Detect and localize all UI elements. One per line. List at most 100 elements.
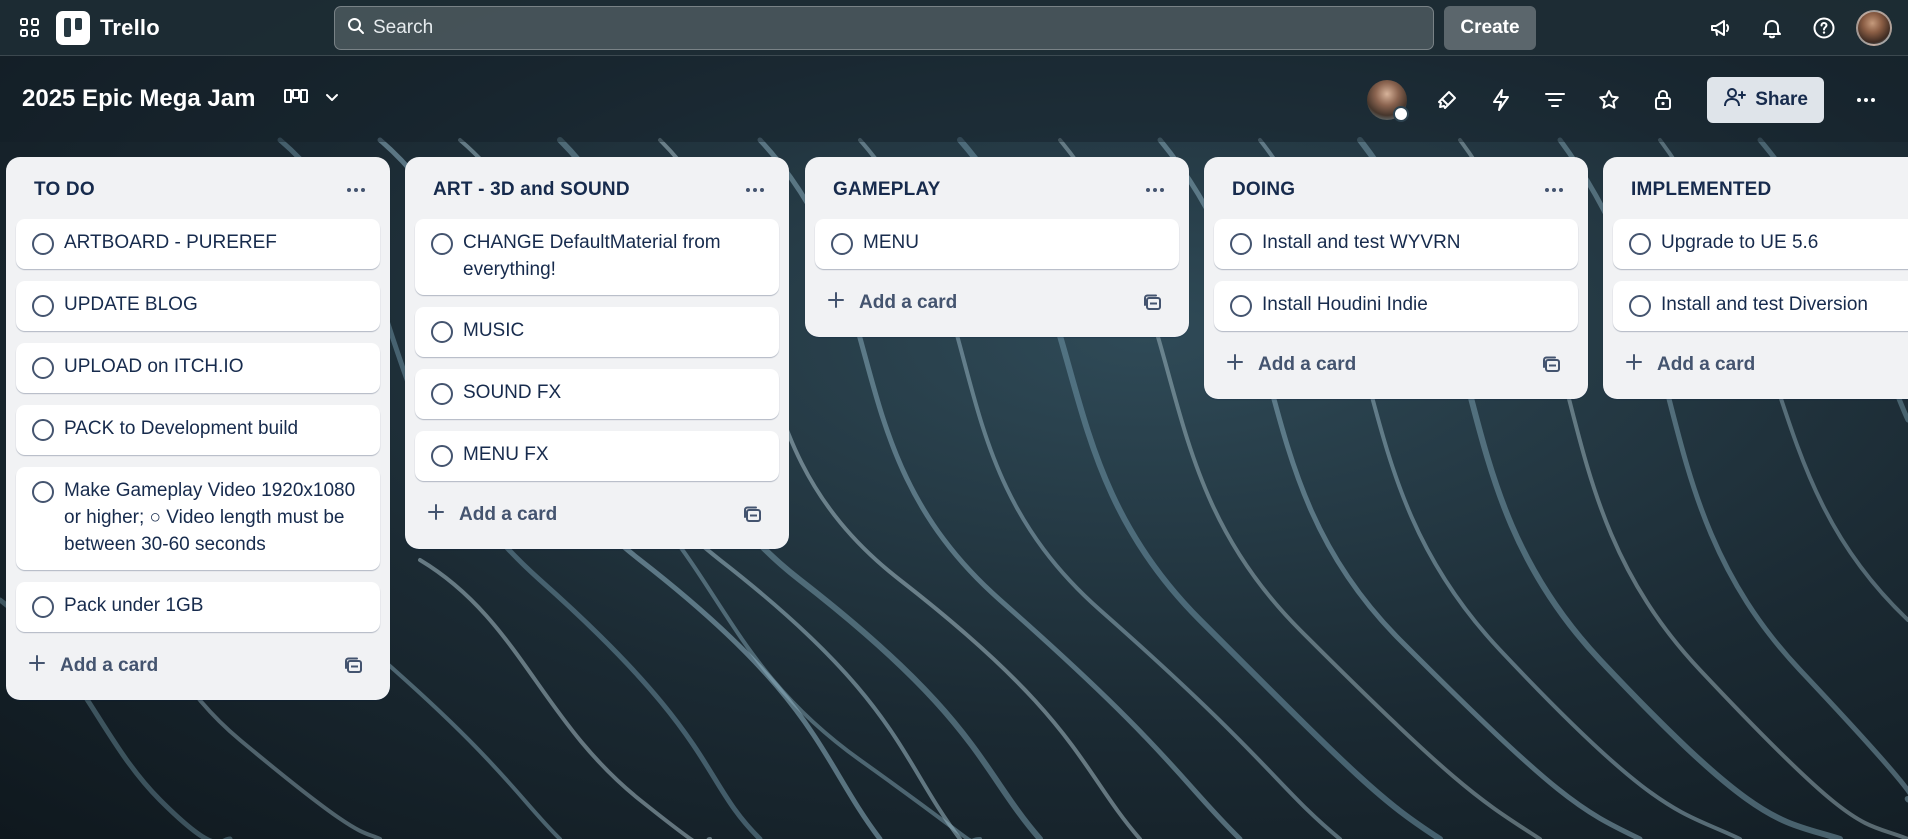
- card[interactable]: Upgrade to UE 5.6: [1613, 219, 1908, 269]
- megaphone-icon[interactable]: [1700, 8, 1740, 48]
- list-menu-icon[interactable]: [737, 174, 773, 206]
- card-title: Install and test WYVRN: [1262, 232, 1461, 253]
- share-button[interactable]: Share: [1707, 77, 1824, 123]
- create-button[interactable]: Create: [1444, 6, 1536, 50]
- add-person-icon: [1723, 86, 1747, 114]
- card[interactable]: MENU FX: [415, 431, 779, 481]
- list-footer: Add a card: [1613, 341, 1908, 389]
- card-complete-checkbox[interactable]: [431, 233, 453, 255]
- card-title: MUSIC: [463, 320, 525, 341]
- list-menu-icon[interactable]: [1137, 174, 1173, 206]
- add-card-button[interactable]: Add a card: [1226, 353, 1356, 377]
- automation-icon[interactable]: [1479, 78, 1523, 122]
- board-title[interactable]: 2025 Epic Mega Jam: [22, 85, 255, 113]
- card-title: Upgrade to UE 5.6: [1661, 232, 1819, 253]
- search-bar[interactable]: [334, 6, 1434, 50]
- card-complete-checkbox[interactable]: [1629, 295, 1651, 317]
- lock-icon[interactable]: [1641, 78, 1685, 122]
- trello-logo-icon: [56, 10, 90, 45]
- card-title: UPLOAD on ITCH.IO: [64, 356, 244, 377]
- list-title[interactable]: GAMEPLAY: [833, 179, 941, 201]
- plus-icon: [1625, 353, 1643, 377]
- card[interactable]: Make Gameplay Video 1920x1080 or higher;…: [16, 467, 380, 570]
- add-card-button[interactable]: Add a card: [827, 291, 957, 315]
- add-card-button[interactable]: Add a card: [1625, 353, 1755, 377]
- share-label: Share: [1755, 89, 1808, 110]
- list-header: ART - 3D and SOUND: [415, 165, 779, 215]
- create-from-template-icon[interactable]: [338, 650, 370, 682]
- create-from-template-icon[interactable]: [737, 499, 769, 531]
- card-complete-checkbox[interactable]: [831, 233, 853, 255]
- list-header: IMPLEMENTED: [1613, 165, 1908, 215]
- card[interactable]: Install and test WYVRN: [1214, 219, 1578, 269]
- board-member-avatar[interactable]: [1367, 80, 1410, 122]
- chevron-down-icon: [323, 88, 341, 111]
- card-complete-checkbox[interactable]: [1230, 295, 1252, 317]
- card[interactable]: UPLOAD on ITCH.IO: [16, 343, 380, 393]
- card[interactable]: UPDATE BLOG: [16, 281, 380, 331]
- card-complete-checkbox[interactable]: [32, 295, 54, 317]
- card-complete-checkbox[interactable]: [32, 233, 54, 255]
- list-footer: Add a card: [1214, 341, 1578, 389]
- admin-badge-icon: [1393, 106, 1410, 122]
- star-icon[interactable]: [1587, 78, 1631, 122]
- card[interactable]: MUSIC: [415, 307, 779, 357]
- create-from-template-icon[interactable]: [1137, 287, 1169, 319]
- card[interactable]: MENU: [815, 219, 1179, 269]
- add-card-label: Add a card: [459, 504, 558, 525]
- card-complete-checkbox[interactable]: [1230, 233, 1252, 255]
- list-footer: Add a card: [415, 491, 779, 539]
- bell-icon[interactable]: [1752, 8, 1792, 48]
- card-complete-checkbox[interactable]: [431, 321, 453, 343]
- card-title: PACK to Development build: [64, 418, 299, 439]
- card[interactable]: PACK to Development build: [16, 405, 380, 455]
- create-from-template-icon[interactable]: [1536, 349, 1568, 381]
- more-icon[interactable]: [1844, 78, 1888, 122]
- card-title: Install and test Diversion: [1661, 294, 1868, 315]
- help-icon[interactable]: [1804, 8, 1844, 48]
- trello-logo[interactable]: Trello: [56, 10, 160, 45]
- card-list: MENU: [815, 219, 1179, 269]
- plus-icon: [427, 503, 445, 527]
- list-title[interactable]: TO DO: [34, 179, 95, 201]
- add-card-label: Add a card: [60, 655, 159, 676]
- card-title: Make Gameplay Video 1920x1080 or higher;…: [64, 480, 356, 555]
- app-name: Trello: [100, 14, 160, 40]
- card-list: Upgrade to UE 5.6 Install and test Divers…: [1613, 219, 1908, 331]
- card[interactable]: ARTBOARD - PUREREF: [16, 219, 380, 269]
- card[interactable]: Pack under 1GB: [16, 582, 380, 632]
- card-complete-checkbox[interactable]: [431, 383, 453, 405]
- card-complete-checkbox[interactable]: [32, 481, 54, 503]
- list-menu-icon[interactable]: [1536, 174, 1572, 206]
- list-menu-icon[interactable]: [338, 174, 374, 206]
- card[interactable]: Install Houdini Indie: [1214, 281, 1578, 331]
- plus-icon: [28, 654, 46, 678]
- card-complete-checkbox[interactable]: [32, 357, 54, 379]
- apps-grid-icon[interactable]: [10, 8, 50, 48]
- card[interactable]: Install and test Diversion: [1613, 281, 1908, 331]
- card[interactable]: SOUND FX: [415, 369, 779, 419]
- board-view-switcher[interactable]: [283, 87, 341, 112]
- list-title[interactable]: DOING: [1232, 179, 1295, 201]
- top-navigation-bar: Trello Create: [0, 0, 1908, 56]
- card-complete-checkbox[interactable]: [431, 445, 453, 467]
- list-title[interactable]: IMPLEMENTED: [1631, 179, 1771, 201]
- add-card-button[interactable]: Add a card: [28, 654, 158, 678]
- power-ups-icon[interactable]: [1425, 78, 1469, 122]
- add-card-button[interactable]: Add a card: [427, 503, 557, 527]
- add-card-label: Add a card: [859, 292, 958, 313]
- card-complete-checkbox[interactable]: [1629, 233, 1651, 255]
- card-title: UPDATE BLOG: [64, 294, 198, 315]
- card[interactable]: CHANGE DefaultMaterial from everything!: [415, 219, 779, 295]
- add-card-label: Add a card: [1258, 354, 1357, 375]
- card-complete-checkbox[interactable]: [32, 419, 54, 441]
- board-header: 2025 Epic Mega Jam Share: [0, 56, 1908, 142]
- user-avatar[interactable]: [1856, 10, 1892, 46]
- card-list: Install and test WYVRN Install Houdini In…: [1214, 219, 1578, 331]
- filter-icon[interactable]: [1533, 78, 1577, 122]
- card-complete-checkbox[interactable]: [32, 596, 54, 618]
- search-input[interactable]: [373, 17, 1273, 39]
- card-title: MENU FX: [463, 444, 549, 465]
- list-title[interactable]: ART - 3D and SOUND: [433, 179, 630, 201]
- board-view-icon: [283, 87, 309, 112]
